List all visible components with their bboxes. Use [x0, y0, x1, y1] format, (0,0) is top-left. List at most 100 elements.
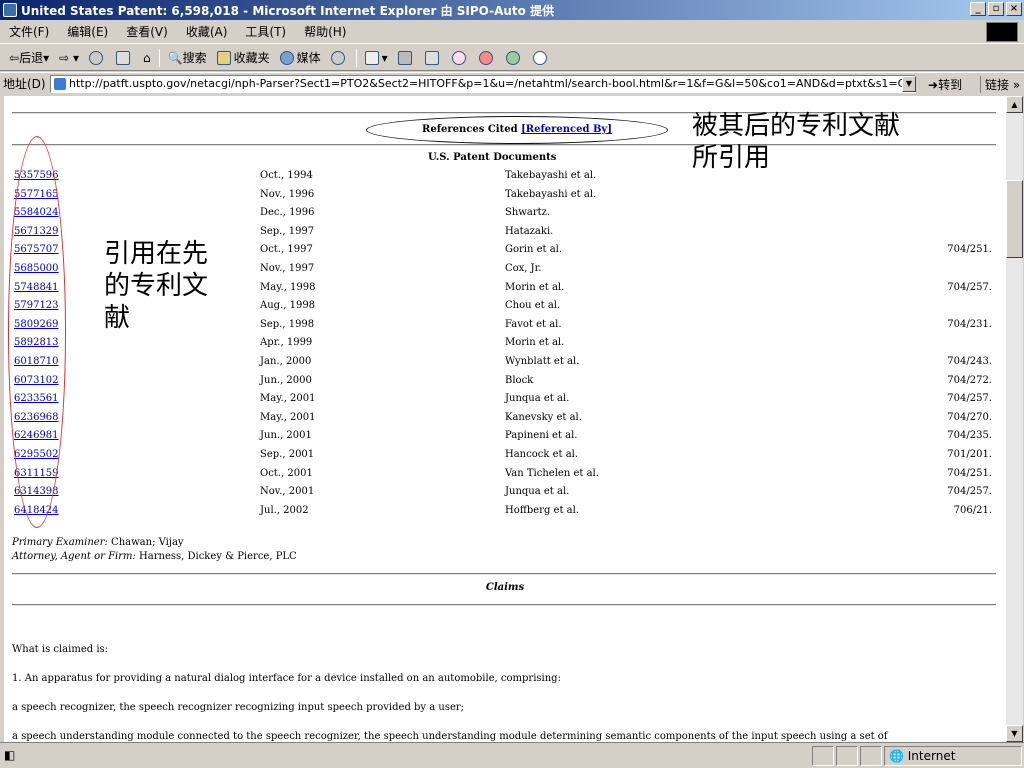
table-row: 6246981 Jun., 2001 Papineni et al. 704/235. [14, 430, 994, 448]
favorites-icon [216, 50, 231, 65]
patent-inventor: Block [505, 374, 534, 386]
annotation-cited-prior: 引用在先的专利文献 [104, 239, 209, 333]
table-row: 6073102 Jun., 2000 Block 704/272. [14, 375, 994, 393]
table-row: 5892813 Apr., 1999 Morin et al. [14, 337, 994, 355]
messenger-icon [478, 50, 493, 65]
favorites-button[interactable]: 收藏夹 [212, 49, 275, 66]
mail-button[interactable]: ▾ [360, 50, 393, 65]
back-arrow-icon: ⇦ [9, 50, 20, 65]
patent-date: Nov., 2001 [260, 486, 315, 498]
patent-date: Sep., 2001 [260, 449, 315, 460]
go-button[interactable]: ➜转到 [928, 76, 962, 93]
status-bar: ◧ 🌐 Internet [0, 742, 1024, 768]
history-icon [330, 50, 345, 65]
ie-icon [3, 3, 17, 17]
window-title: United States Patent: 6,598,018 - Micros… [21, 3, 555, 18]
maximize-button[interactable]: ▫ [988, 2, 1004, 16]
table-row: 6311159 Oct., 2001 Van Tichelen et al. 704/… [14, 468, 994, 486]
windows-logo-icon [986, 22, 1018, 42]
table-row: 6236968 May., 2001 Kanevsky et al. 704/270. [14, 412, 994, 430]
patent-date: Sep., 1997 [260, 225, 315, 237]
refresh-button[interactable] [111, 50, 138, 65]
vertical-scrollbar[interactable]: ▲ ▼ [1006, 96, 1023, 742]
address-dropdown-button[interactable]: ▼ [902, 76, 916, 92]
menu-favorites[interactable]: 收藏(A) [177, 23, 237, 40]
search-button[interactable]: 🔍 搜索 [163, 49, 212, 66]
patent-inventor: Chou et al. [505, 300, 561, 312]
patent-date: Oct., 1997 [260, 244, 313, 256]
annotation-cited-by: 被其后的专利文献所引用 [692, 111, 901, 173]
table-row: 6018710 Jan., 2000 Wynblatt et al. 704/243. [14, 356, 994, 374]
scroll-thumb[interactable] [1006, 180, 1023, 258]
print-icon [397, 50, 412, 65]
menu-view[interactable]: 查看(V) [117, 23, 177, 40]
refresh-icon [116, 50, 131, 65]
patent-date: May., 2001 [260, 411, 316, 423]
edit-icon [424, 50, 439, 65]
patent-class: 704/257. [947, 281, 992, 293]
patent-class: 704/251. [947, 244, 992, 256]
patent-inventor: Shwartz. [505, 207, 551, 219]
back-button[interactable]: ⇦ 后退 ▾ [4, 49, 54, 66]
patent-inventor: Kanevsky et al. [505, 411, 582, 423]
patent-inventor: Hoffberg et al. [505, 504, 579, 516]
patent-class: 701/201. [947, 449, 992, 460]
examiner-info: Primary Examiner: Chawan; Vijay Attorney… [12, 537, 297, 562]
edit-button[interactable] [420, 50, 447, 65]
claims-heading: Claims [485, 582, 525, 593]
patent-class: 706/21. [953, 504, 992, 516]
stop-button[interactable] [84, 50, 111, 65]
chat-icon [532, 50, 547, 65]
patent-date: Aug., 1998 [260, 300, 316, 312]
menu-tools[interactable]: 工具(T) [236, 23, 295, 40]
title-bar: United States Patent: 6,598,018 - Micros… [0, 0, 1024, 20]
patent-class: 704/243. [947, 356, 992, 367]
patent-inventor: Takebayashi et al. [505, 170, 597, 181]
patent-date: Nov., 1997 [260, 263, 315, 274]
patent-date: Oct., 2001 [260, 467, 313, 479]
media-button[interactable]: 媒体 [275, 49, 326, 66]
table-row: 6295502 Sep., 2001 Hancock et al. 701/201. [14, 449, 994, 467]
address-input[interactable]: http://patft.uspto.gov/netacgi/nph-Parse… [50, 75, 916, 93]
patent-date: Jul., 2002 [260, 504, 309, 516]
menu-file[interactable]: 文件(F) [0, 23, 58, 40]
claim-1: 1. An apparatus for providing a natural … [12, 673, 561, 684]
globe-icon: 🌐 [889, 749, 908, 763]
patent-date: Jun., 2000 [260, 374, 312, 386]
close-button[interactable]: × [1006, 2, 1022, 16]
links-button[interactable]: 链接 » [980, 76, 1020, 93]
scroll-up-button[interactable]: ▲ [1006, 96, 1023, 113]
home-icon: ⌂ [143, 50, 151, 65]
address-bar: 地址(D) http://patft.uspto.gov/netacgi/nph… [0, 72, 1024, 94]
history-button[interactable] [326, 50, 353, 65]
patent-date: Jan., 2000 [260, 356, 312, 367]
stop-icon [89, 50, 104, 65]
scroll-down-button[interactable]: ▼ [1006, 725, 1023, 742]
status-page-icon: ◧ [4, 748, 16, 762]
patent-date: Apr., 1999 [260, 337, 313, 349]
research-button[interactable] [501, 50, 528, 65]
messenger-button[interactable] [474, 50, 501, 65]
chat-button[interactable] [528, 50, 555, 65]
patent-class: 704/257. [947, 486, 992, 498]
print-button[interactable] [393, 50, 420, 65]
patent-date: Nov., 1996 [260, 188, 315, 200]
patent-class: 704/272. [947, 374, 992, 386]
patent-inventor: Gorin et al. [505, 244, 563, 256]
table-row: 6233561 May., 2001 Junqua et al. 704/257. [14, 393, 994, 411]
referenced-by-link[interactable]: [Referenced By] [521, 124, 612, 135]
discuss-button[interactable] [447, 50, 474, 65]
patent-inventor: Morin et al. [505, 337, 565, 349]
patent-inventor: Takebayashi et al. [505, 188, 597, 200]
search-icon: 🔍 [167, 50, 183, 65]
patent-class: 704/231. [947, 318, 992, 330]
patent-class: 704/257. [947, 393, 992, 405]
discuss-icon [451, 50, 466, 65]
research-icon [505, 50, 520, 65]
menu-help[interactable]: 帮助(H) [295, 23, 355, 40]
forward-button[interactable]: ⇨ ▾ [54, 51, 84, 65]
home-button[interactable]: ⌂ [138, 51, 156, 65]
minimize-button[interactable]: _ [970, 2, 986, 16]
divider [12, 573, 996, 575]
menu-edit[interactable]: 编辑(E) [58, 23, 117, 40]
